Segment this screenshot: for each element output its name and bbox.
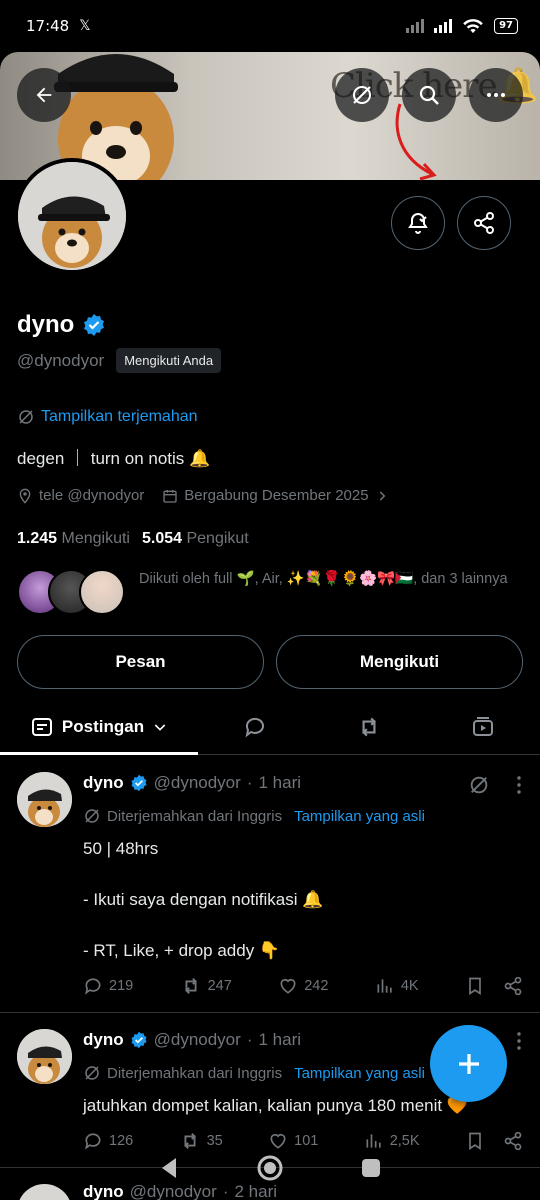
tab-posts[interactable]: Postingan	[0, 700, 198, 754]
show-original-link[interactable]: Tampilkan yang asli	[294, 808, 425, 825]
heart-icon	[280, 978, 296, 994]
signal-icon-2	[434, 19, 453, 33]
active-tab-indicator	[0, 752, 198, 755]
verified-badge-icon	[131, 774, 147, 792]
followed-by-text: Diikuti oleh full 🌱, Air, ✨💐🌹🌻🌸🎀🇵🇸, dan …	[139, 571, 508, 587]
nav-back-icon[interactable]	[158, 1156, 180, 1180]
repost-icon	[362, 717, 376, 737]
followed-by-section[interactable]: Diikuti oleh full 🌱, Air, ✨💐🌹🌻🌸🎀🇵🇸, dan …	[17, 569, 519, 617]
share-icon	[474, 212, 494, 234]
show-translation-link[interactable]: Tampilkan terjemahan	[17, 408, 198, 426]
media-icon	[473, 717, 493, 736]
chevron-right-icon[interactable]	[375, 489, 389, 503]
show-original-link[interactable]: Tampilkan yang asli	[294, 1065, 425, 1082]
search-icon	[419, 85, 439, 105]
post-actions: 219 247 242 4K	[83, 975, 523, 997]
post-item[interactable]: dyno @dynodyor · 1 hari Diterjemahkan da…	[0, 772, 540, 1013]
follows-you-badge: Mengikuti Anda	[116, 348, 222, 373]
plus-icon	[458, 1053, 479, 1074]
like-button[interactable]: 242	[278, 976, 328, 996]
more-vertical-icon[interactable]	[516, 1031, 522, 1051]
bell-check-icon	[408, 212, 428, 234]
wifi-icon	[463, 19, 483, 34]
tab-reposts[interactable]	[312, 700, 426, 754]
post-header: dyno @dynodyor · 1 hari	[83, 773, 302, 792]
share-icon[interactable]	[503, 976, 523, 996]
repost-icon	[184, 978, 197, 994]
views-button[interactable]: 4K	[375, 976, 419, 996]
back-button[interactable]	[17, 68, 71, 122]
nav-recents-icon[interactable]	[360, 1157, 382, 1179]
follow-stats: 1.245 Mengikuti 5.054 Pengikut	[17, 530, 249, 548]
bookmark-icon[interactable]	[465, 976, 485, 996]
translate-icon	[353, 86, 371, 104]
notification-subscribe-button[interactable]	[391, 196, 445, 250]
system-nav-bar	[0, 1148, 540, 1188]
translation-note: Diterjemahkan dari Inggris Tampilkan yan…	[83, 1064, 425, 1082]
verified-badge-icon	[84, 314, 105, 336]
more-vertical-icon[interactable]	[516, 775, 522, 795]
post-author-avatar[interactable]	[17, 772, 72, 827]
signal-icon	[406, 19, 425, 33]
status-time: 17:48	[26, 17, 70, 35]
dog-avatar-image	[17, 1029, 72, 1084]
dog-avatar-image	[18, 162, 126, 270]
follower-avatar	[79, 569, 125, 615]
reply-bubble-icon	[245, 717, 264, 738]
profile-location: tele @dynodyor	[39, 487, 145, 504]
share-profile-button[interactable]	[457, 196, 511, 250]
translation-note: Diterjemahkan dari Inggris Tampilkan yan…	[83, 807, 425, 825]
tab-media[interactable]	[426, 700, 540, 754]
views-chart-icon	[377, 979, 392, 993]
x-app-icon: 𝕏	[79, 18, 91, 34]
more-options-button[interactable]	[469, 68, 523, 122]
followers-stat[interactable]: 5.054 Pengikut	[142, 530, 249, 548]
tab-replies[interactable]	[198, 700, 312, 754]
battery-icon: 97	[494, 18, 518, 34]
verified-badge-icon	[131, 1031, 147, 1049]
reply-icon	[85, 978, 101, 995]
following-stat[interactable]: 1.245 Mengikuti	[17, 530, 130, 548]
follower-avatars	[17, 569, 125, 617]
compose-post-button[interactable]	[430, 1025, 507, 1102]
profile-joined: Bergabung Desember 2025	[184, 487, 369, 504]
reply-button[interactable]: 219	[83, 976, 133, 996]
profile-tabs: Postingan	[0, 700, 540, 755]
profile-handle: @dynodyor	[17, 350, 105, 370]
dog-avatar-image	[17, 772, 72, 827]
arrow-left-icon	[36, 87, 52, 103]
status-bar: 17:48 𝕏 97	[0, 0, 540, 52]
profile-bio: degen ｜ turn on notis 🔔	[17, 449, 211, 468]
chevron-down-icon[interactable]	[152, 719, 168, 735]
calendar-icon	[163, 489, 177, 503]
translate-toggle-button[interactable]	[335, 68, 389, 122]
post-body: jatuhkan dompet kalian, kalian punya 180…	[83, 1096, 469, 1115]
nav-home-icon[interactable]	[256, 1154, 284, 1182]
search-button[interactable]	[402, 68, 456, 122]
translate-icon	[85, 809, 99, 823]
translate-icon	[19, 410, 33, 424]
profile-meta: tele @dynodyor Bergabung Desember 2025	[17, 487, 389, 504]
more-horizontal-icon	[487, 93, 505, 97]
message-button[interactable]: Pesan	[17, 635, 264, 689]
post-author-avatar[interactable]	[17, 1029, 72, 1084]
translate-icon	[85, 1066, 99, 1080]
post-header: dyno @dynodyor · 1 hari	[83, 1030, 302, 1049]
repost-button[interactable]: 247	[180, 975, 232, 997]
profile-name: dyno	[17, 311, 106, 339]
posts-icon	[31, 718, 52, 736]
following-button[interactable]: Mengikuti	[276, 635, 523, 689]
grok-translate-icon[interactable]	[468, 774, 490, 796]
location-icon	[19, 488, 31, 504]
post-body: 50 | 48hrs - Ikuti saya dengan notifikas…	[83, 839, 324, 960]
profile-avatar[interactable]	[14, 158, 130, 274]
